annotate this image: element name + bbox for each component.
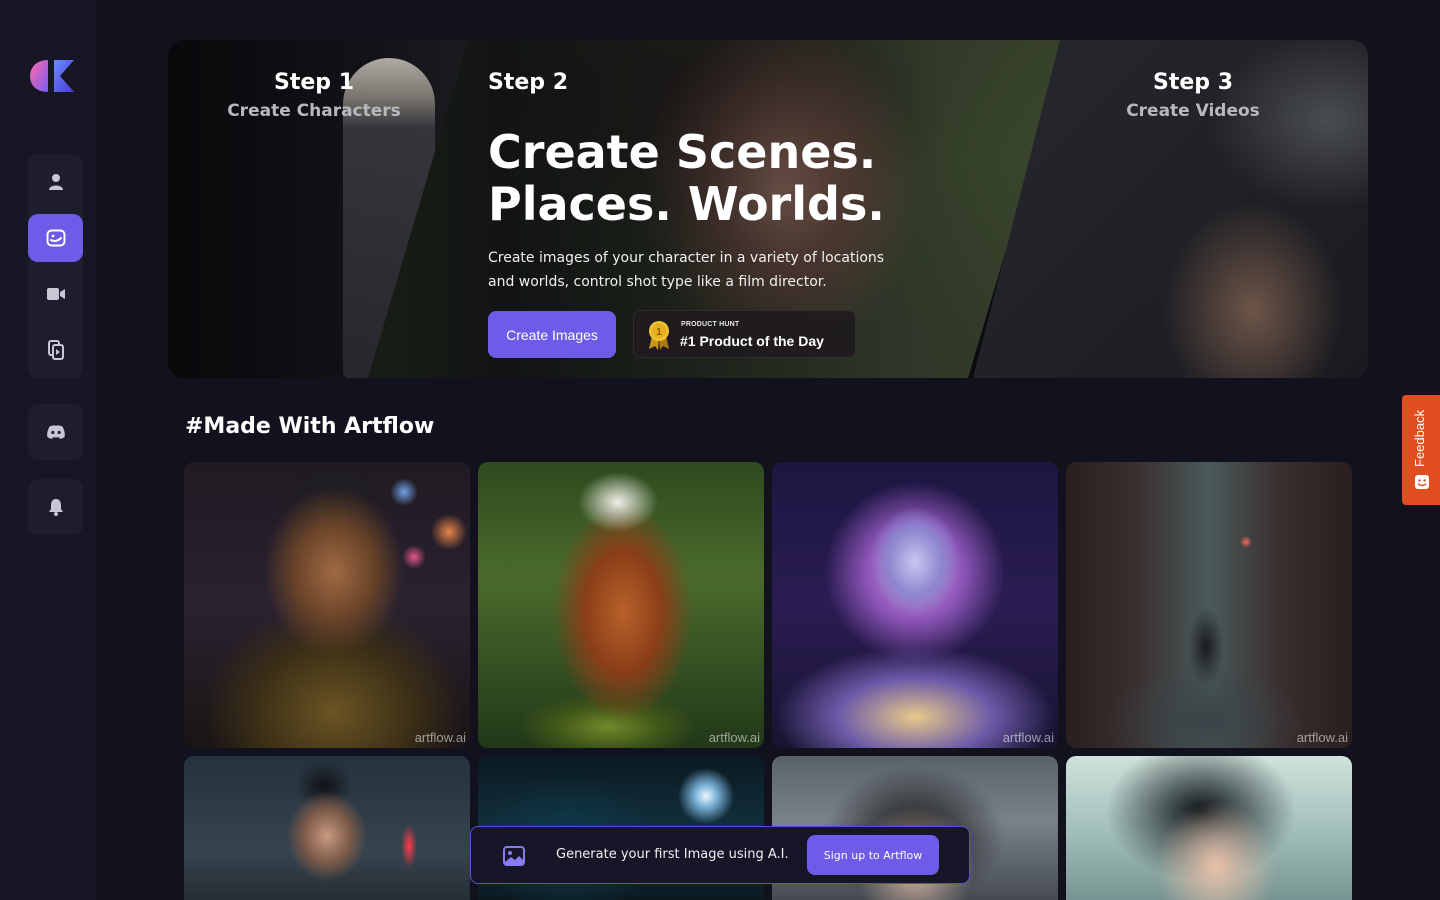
sidebar-item-characters[interactable] [28,158,83,206]
gallery-title: #Made With Artflow [185,414,435,439]
create-images-button[interactable]: Create Images [488,311,616,358]
sidebar-item-videos[interactable] [28,270,83,318]
watermark: artflow.ai [708,730,760,745]
headline-line-2: Places. Worlds. [488,177,885,231]
step3-title: Step 3 [1153,70,1233,95]
feedback-label: Feedback [1412,409,1427,467]
discord-button[interactable] [28,408,83,456]
step3-subtitle: Create Videos [1126,101,1260,121]
signup-prompt-bar: Generate your first Image using A.I. Sig… [470,826,970,884]
gallery-image-anime-girl[interactable] [1066,756,1352,900]
smile-icon [46,229,65,247]
sidebar [0,0,96,900]
video-icon [46,288,65,300]
watermark: artflow.ai [414,730,466,745]
hero-banner: Step 1 Create Characters Step 2 Create S… [168,40,1368,378]
svg-text:1: 1 [656,327,662,338]
watermark: artflow.ai [1002,730,1054,745]
artflow-logo[interactable] [30,58,74,94]
image-icon [503,846,525,866]
bell-icon [48,499,63,516]
signup-prompt-text: Generate your first Image using A.I. [556,847,789,862]
step3-label[interactable]: Step 3 Create Videos [1108,70,1278,121]
gallery-image-hawk[interactable]: artflow.ai [478,462,764,748]
sign-up-button[interactable]: Sign up to Artflow [807,835,939,875]
headline-line-1: Create Scenes. [488,125,877,179]
medal-icon: 1 [649,321,669,350]
sidebar-discord [28,404,83,460]
gallery-image-armored-woman[interactable] [184,756,470,900]
copy-icon [47,340,64,360]
hero-headline: Create Scenes. Places. Worlds. [488,126,948,230]
product-hunt-award: #1 Product of the Day [680,333,824,349]
product-hunt-badge[interactable]: 1 PRODUCT HUNT #1 Product of the Day [633,310,856,358]
feedback-smile-icon [1415,475,1429,489]
feedback-tab[interactable]: Feedback [1402,395,1440,505]
notifications-button[interactable] [28,483,83,531]
sidebar-item-scenes[interactable] [28,214,83,262]
step2-title: Step 2 [488,70,568,95]
gallery-image-cosmic-figure[interactable]: artflow.ai [772,462,1058,748]
discord-icon [46,425,65,439]
step1-label[interactable]: Step 1 Create Characters [224,70,404,121]
product-hunt-label: PRODUCT HUNT [681,321,740,328]
user-icon [48,174,63,190]
gallery-image-city-street[interactable]: artflow.ai [1066,462,1352,748]
step1-title: Step 1 [274,70,354,95]
sidebar-main-nav [28,154,83,378]
watermark: artflow.ai [1296,730,1348,745]
gallery-image-old-man[interactable]: artflow.ai [184,462,470,748]
sidebar-notifications [28,479,83,535]
step1-subtitle: Create Characters [227,101,401,121]
hero-description: Create images of your character in a var… [488,250,885,290]
sidebar-item-library[interactable] [28,326,83,374]
